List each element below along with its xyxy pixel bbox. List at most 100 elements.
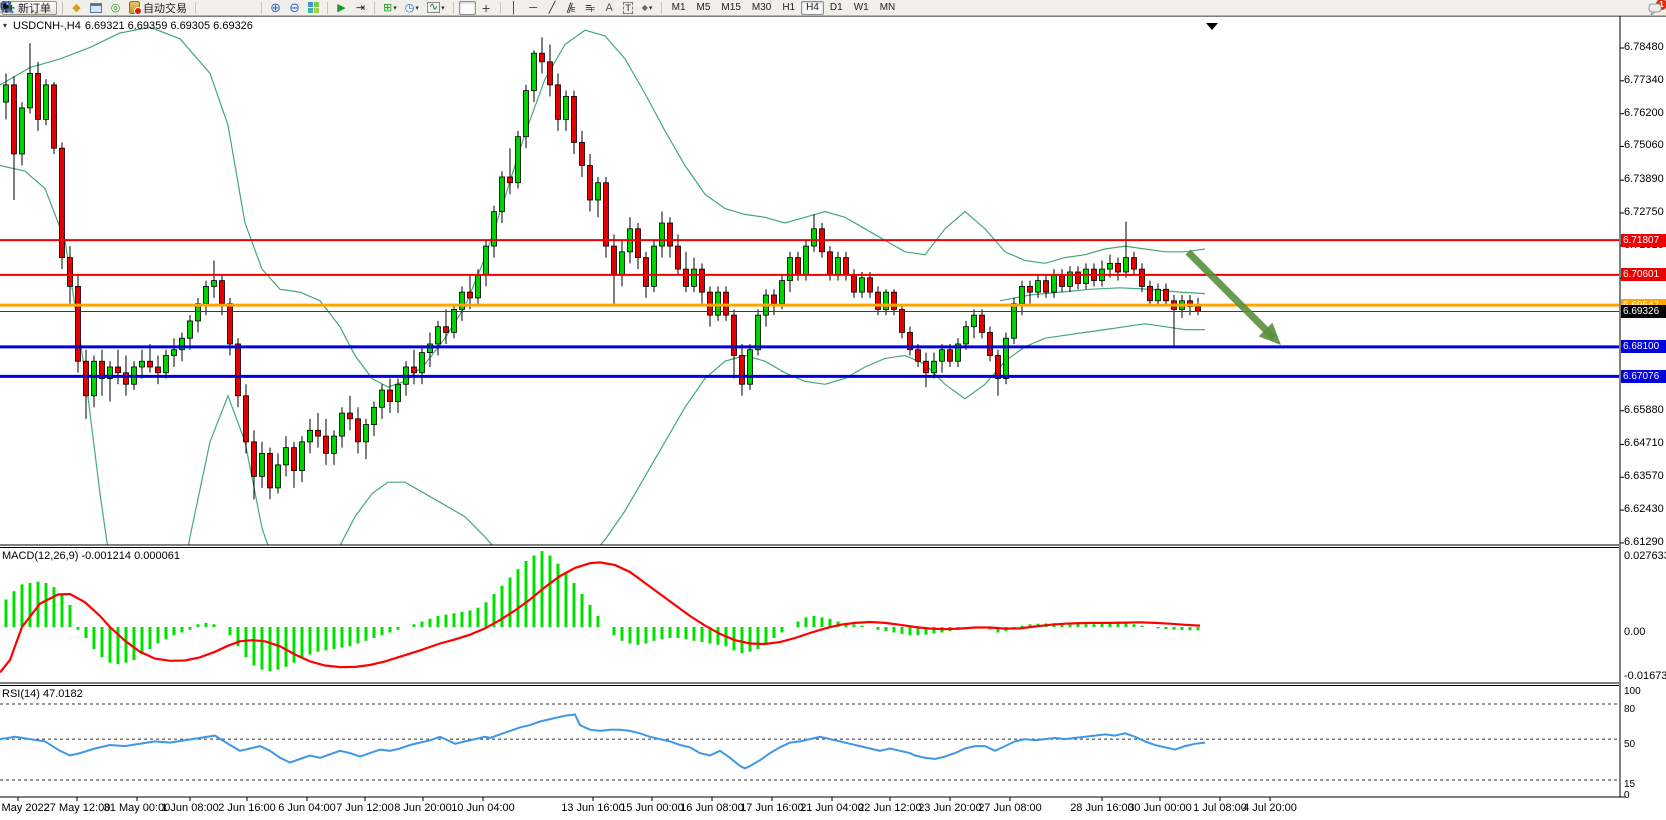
rsi-axis-label: 0 bbox=[1624, 790, 1630, 801]
timeframe-button-M15[interactable]: M15 bbox=[716, 1, 745, 15]
timeframe-button-H1[interactable]: H1 bbox=[777, 1, 800, 15]
candle-body bbox=[324, 436, 329, 453]
periods-button[interactable]: ◷ ▾ bbox=[402, 1, 422, 15]
indicators-button[interactable]: ⊞ ▾ bbox=[380, 1, 400, 15]
upper-bollinger-band bbox=[0, 27, 1205, 387]
macd-axis-label: 0.00 bbox=[1624, 627, 1645, 638]
candle-body bbox=[508, 177, 513, 183]
candle-body bbox=[748, 350, 753, 385]
candle-body bbox=[828, 252, 833, 275]
price-tick-label: 6.72750 bbox=[1624, 207, 1664, 218]
candle-body bbox=[28, 73, 33, 108]
trend-arrow[interactable] bbox=[1188, 252, 1274, 338]
price-tick-label: 6.73890 bbox=[1624, 174, 1664, 185]
line-chart-button[interactable] bbox=[239, 1, 256, 15]
signals-icon[interactable]: ◎ bbox=[107, 1, 124, 15]
chart-canvas[interactable] bbox=[0, 0, 1666, 820]
candle-body bbox=[548, 62, 553, 85]
time-axis-label: 8 Jun 20:00 bbox=[394, 802, 452, 814]
candle-body bbox=[276, 465, 281, 488]
equidistant-channel-button[interactable]: ∥ E bbox=[563, 1, 580, 15]
toolbar-separator bbox=[374, 2, 375, 14]
candle-body bbox=[788, 258, 793, 281]
timeframe-button-M5[interactable]: M5 bbox=[692, 1, 716, 15]
candle-body bbox=[1012, 304, 1017, 339]
tile-windows-button[interactable] bbox=[305, 1, 322, 15]
timeframe-button-M30[interactable]: M30 bbox=[747, 1, 776, 15]
candle-body bbox=[140, 361, 145, 367]
timeframe-button-MN[interactable]: MN bbox=[875, 1, 901, 15]
time-axis-label: 16 Jun 08:00 bbox=[680, 802, 744, 814]
candle-body bbox=[228, 304, 233, 344]
chart-shift-icon[interactable]: ⇥ bbox=[352, 1, 369, 15]
candlestick-chart-button[interactable] bbox=[220, 1, 237, 15]
metaeditor-icon[interactable]: ◆ bbox=[68, 1, 85, 15]
timeframe-button-M1[interactable]: M1 bbox=[667, 1, 691, 15]
price-tick-label: 6.62430 bbox=[1624, 504, 1664, 515]
candle-body bbox=[380, 390, 385, 407]
macd-label: MACD(12,26,9) -0.001214 0.000061 bbox=[2, 550, 180, 562]
candle-body bbox=[68, 258, 73, 287]
candle-body bbox=[1140, 269, 1145, 286]
shapes-button[interactable]: ◆ ▾ bbox=[639, 1, 656, 15]
horizontal-line-button[interactable]: ─ bbox=[525, 1, 542, 15]
shapes-icon: ◆ bbox=[642, 2, 648, 14]
expand-arrow-icon[interactable]: ▾ bbox=[3, 20, 7, 32]
zoom-out-icon[interactable]: ⊖ bbox=[286, 1, 303, 15]
candle-body bbox=[484, 246, 489, 275]
text-label-button[interactable]: T bbox=[620, 1, 637, 15]
timeframe-button-D1[interactable]: D1 bbox=[825, 1, 848, 15]
candle-body bbox=[876, 292, 881, 309]
toolbar-separator bbox=[195, 2, 196, 14]
candle-body bbox=[572, 96, 577, 142]
candle-body bbox=[796, 258, 801, 275]
candle-body bbox=[300, 442, 305, 471]
time-axis-label: 1 Jul 08:00 bbox=[1193, 802, 1247, 814]
lower-bollinger-band bbox=[0, 166, 1205, 696]
candle-body bbox=[412, 367, 417, 373]
candle-body bbox=[44, 85, 49, 120]
time-axis-label: 23 Jun 20:00 bbox=[918, 802, 982, 814]
crosshair-button[interactable]: + bbox=[478, 1, 495, 15]
macd-axis-label: -0.016736 bbox=[1624, 671, 1666, 682]
candle-body bbox=[156, 367, 161, 373]
vertical-line-button[interactable]: │ bbox=[506, 1, 523, 15]
autotrading-icon bbox=[129, 1, 140, 14]
auto-scroll-icon[interactable]: ▶ bbox=[333, 1, 350, 15]
candle-body bbox=[1020, 286, 1025, 303]
autotrading-button[interactable]: 自动交易 bbox=[126, 1, 190, 15]
price-level-badge: 6.71807 bbox=[1621, 234, 1666, 247]
cursor-button[interactable] bbox=[459, 1, 476, 15]
notifications-button[interactable]: 1 bbox=[1647, 1, 1664, 15]
candle-body bbox=[972, 315, 977, 327]
ohlc-high: 6.69359 bbox=[128, 20, 168, 32]
text-tool-button[interactable]: A bbox=[601, 1, 618, 15]
time-axis-label: 30 Jun 00:00 bbox=[1128, 802, 1192, 814]
chevron-down-icon: ▾ bbox=[415, 4, 419, 12]
timeframe-button-H4[interactable]: H4 bbox=[801, 1, 824, 15]
time-axis-label: 27 May 12:00 bbox=[44, 802, 111, 814]
candle-body bbox=[340, 413, 345, 436]
chevron-down-icon: ▾ bbox=[393, 4, 397, 12]
trendline-button[interactable]: ╱ bbox=[544, 1, 561, 15]
price-level-badge: 6.70601 bbox=[1621, 268, 1666, 281]
zoom-in-icon[interactable]: ⊕ bbox=[267, 1, 284, 15]
terminal-button[interactable] bbox=[87, 1, 105, 15]
candle-body bbox=[556, 85, 561, 120]
candle-body bbox=[948, 350, 953, 362]
bar-chart-button[interactable] bbox=[201, 1, 218, 15]
fibonacci-button[interactable]: ≡ F bbox=[582, 1, 599, 15]
candle-body bbox=[596, 183, 601, 200]
templates-button[interactable]: ∿ ▾ bbox=[424, 1, 448, 15]
candle-body bbox=[668, 223, 673, 246]
timeframe-button-W1[interactable]: W1 bbox=[849, 1, 874, 15]
toolbar-separator bbox=[500, 2, 501, 14]
candle-body bbox=[1052, 275, 1057, 292]
search-button[interactable] bbox=[1628, 1, 1645, 15]
price-tick-label: 6.77340 bbox=[1624, 75, 1664, 86]
candle-body bbox=[1156, 289, 1161, 301]
candle-body bbox=[236, 344, 241, 396]
chart-header: ▾ USDCNH-,H4 6.69321 6.69359 6.69305 6.6… bbox=[3, 20, 253, 32]
toolbar-separator bbox=[261, 2, 262, 14]
candle-body bbox=[980, 315, 985, 332]
